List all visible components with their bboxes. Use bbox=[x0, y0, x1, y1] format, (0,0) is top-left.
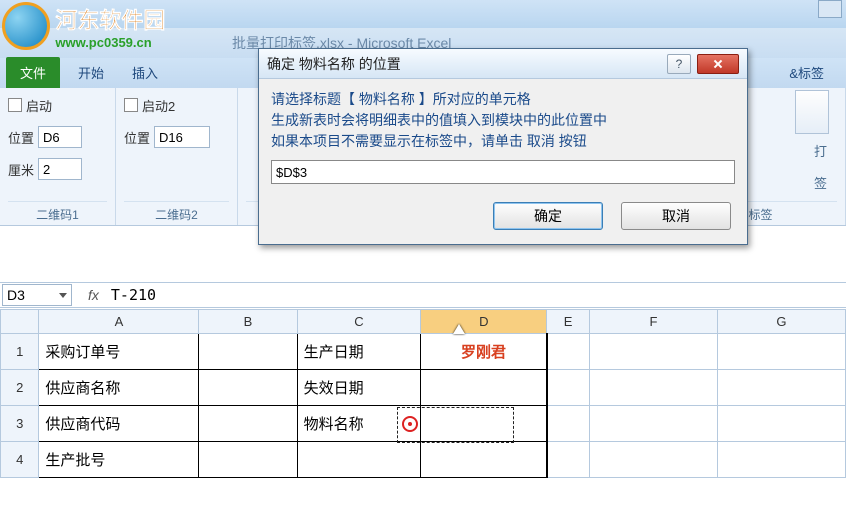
cell-G1[interactable] bbox=[717, 334, 845, 370]
pos2-input[interactable] bbox=[154, 126, 210, 148]
cell-E2[interactable] bbox=[547, 370, 590, 406]
dialog-line2: 生成新表时会将明细表中的值填入到模块中的此位置中 bbox=[271, 110, 735, 131]
enable-qr2-checkbox[interactable] bbox=[124, 98, 138, 112]
spreadsheet-grid[interactable]: A B C D E F G 1 采购订单号 生产日期 罗刚君 2 供应商名称 失… bbox=[0, 309, 846, 532]
name-box[interactable]: D3 bbox=[2, 284, 72, 306]
cell-B2[interactable] bbox=[199, 370, 297, 406]
select-all[interactable] bbox=[1, 310, 39, 334]
col-F[interactable]: F bbox=[589, 310, 717, 334]
cell-B1[interactable] bbox=[199, 334, 297, 370]
cell-B3[interactable] bbox=[199, 406, 297, 442]
window-controls bbox=[816, 0, 842, 18]
group-qr1: 二维码1 bbox=[8, 201, 107, 223]
row-2[interactable]: 2 bbox=[1, 370, 39, 406]
cell-F4[interactable] bbox=[589, 442, 717, 478]
cell-F3[interactable] bbox=[589, 406, 717, 442]
row-3[interactable]: 3 bbox=[1, 406, 39, 442]
col-E[interactable]: E bbox=[547, 310, 590, 334]
print-labels-button[interactable] bbox=[795, 90, 829, 134]
cell-C2[interactable]: 失效日期 bbox=[297, 370, 421, 406]
logo-text-url: www.pc0359.cn bbox=[55, 35, 165, 50]
input-dialog: 确定 物料名称 的位置 ? 请选择标题【 物料名称 】所对应的单元格 生成新表时… bbox=[258, 48, 748, 245]
fx-icon[interactable]: fx bbox=[88, 287, 99, 303]
col-G[interactable]: G bbox=[717, 310, 845, 334]
col-B[interactable]: B bbox=[199, 310, 297, 334]
cell-F2[interactable] bbox=[589, 370, 717, 406]
cell-F1[interactable] bbox=[589, 334, 717, 370]
col-D[interactable]: D bbox=[421, 310, 547, 334]
row-1[interactable]: 1 bbox=[1, 334, 39, 370]
dialog-close-button[interactable] bbox=[697, 54, 739, 74]
cell-A3[interactable]: 供应商代码 bbox=[39, 406, 199, 442]
dialog-body: 请选择标题【 物料名称 】所对应的单元格 生成新表时会将明细表中的值填入到模块中… bbox=[259, 79, 747, 194]
cell-E1[interactable] bbox=[547, 334, 590, 370]
logo-badge-icon bbox=[2, 2, 50, 50]
cell-G3[interactable] bbox=[717, 406, 845, 442]
table-row: 3 供应商代码 物料名称 bbox=[1, 406, 846, 442]
chevron-down-icon[interactable] bbox=[59, 293, 67, 298]
tab-insert[interactable]: 插入 bbox=[118, 57, 172, 88]
side-label-2: 签 bbox=[814, 173, 827, 192]
cursor-icon bbox=[453, 324, 465, 334]
group-qr2: 二维码2 bbox=[124, 201, 229, 223]
cell-D3[interactable] bbox=[421, 406, 547, 442]
tab-labels[interactable]: &标签 bbox=[775, 57, 838, 88]
formula-value: T-210 bbox=[111, 286, 156, 304]
logo-text-cn: 河东软件园 bbox=[55, 3, 165, 35]
cell-B4[interactable] bbox=[199, 442, 297, 478]
cell-E3[interactable] bbox=[547, 406, 590, 442]
cm1-label: 厘米 bbox=[8, 160, 34, 179]
dialog-title: 确定 物料名称 的位置 bbox=[267, 54, 401, 74]
cell-G4[interactable] bbox=[717, 442, 845, 478]
cell-E4[interactable] bbox=[547, 442, 590, 478]
cell-A2[interactable]: 供应商名称 bbox=[39, 370, 199, 406]
table-row: 4 生产批号 bbox=[1, 442, 846, 478]
cm1-input[interactable] bbox=[38, 158, 82, 180]
target-icon bbox=[402, 416, 418, 432]
tab-home[interactable]: 开始 bbox=[64, 57, 118, 88]
enable-qr1-checkbox[interactable] bbox=[8, 98, 22, 112]
table-row: 2 供应商名称 失效日期 bbox=[1, 370, 846, 406]
col-A[interactable]: A bbox=[39, 310, 199, 334]
cell-A4[interactable]: 生产批号 bbox=[39, 442, 199, 478]
col-C[interactable]: C bbox=[297, 310, 421, 334]
pos2-label: 位置 bbox=[124, 128, 150, 147]
enable-qr2-label: 启动2 bbox=[142, 96, 175, 115]
minimize-button[interactable] bbox=[818, 0, 842, 18]
dialog-titlebar[interactable]: 确定 物料名称 的位置 ? bbox=[259, 49, 747, 79]
watermark-logo: 河东软件园 www.pc0359.cn bbox=[2, 2, 165, 50]
formula-bar: D3 fx T-210 bbox=[0, 282, 846, 308]
dialog-line3: 如果本项目不需要显示在标签中，请单击 取消 按钮 bbox=[271, 131, 735, 152]
ok-button[interactable]: 确定 bbox=[493, 202, 603, 230]
dialog-cell-ref-input[interactable] bbox=[271, 160, 735, 184]
table-row: 1 采购订单号 生产日期 罗刚君 bbox=[1, 334, 846, 370]
cell-C4[interactable] bbox=[297, 442, 421, 478]
cell-D1[interactable]: 罗刚君 bbox=[421, 334, 547, 370]
cancel-button[interactable]: 取消 bbox=[621, 202, 731, 230]
dialog-line1: 请选择标题【 物料名称 】所对应的单元格 bbox=[271, 89, 735, 110]
cell-D4[interactable] bbox=[421, 442, 547, 478]
column-headers: A B C D E F G bbox=[1, 310, 846, 334]
cell-D2[interactable] bbox=[421, 370, 547, 406]
row-4[interactable]: 4 bbox=[1, 442, 39, 478]
enable-qr1-label: 启动 bbox=[26, 96, 52, 115]
pos1-input[interactable] bbox=[38, 126, 82, 148]
cell-C1[interactable]: 生产日期 bbox=[297, 334, 421, 370]
cell-G2[interactable] bbox=[717, 370, 845, 406]
tab-file[interactable]: 文件 bbox=[6, 57, 60, 88]
dialog-help-button[interactable]: ? bbox=[667, 54, 691, 74]
pos1-label: 位置 bbox=[8, 128, 34, 147]
side-label-1: 打 bbox=[814, 141, 827, 160]
cell-A1[interactable]: 采购订单号 bbox=[39, 334, 199, 370]
